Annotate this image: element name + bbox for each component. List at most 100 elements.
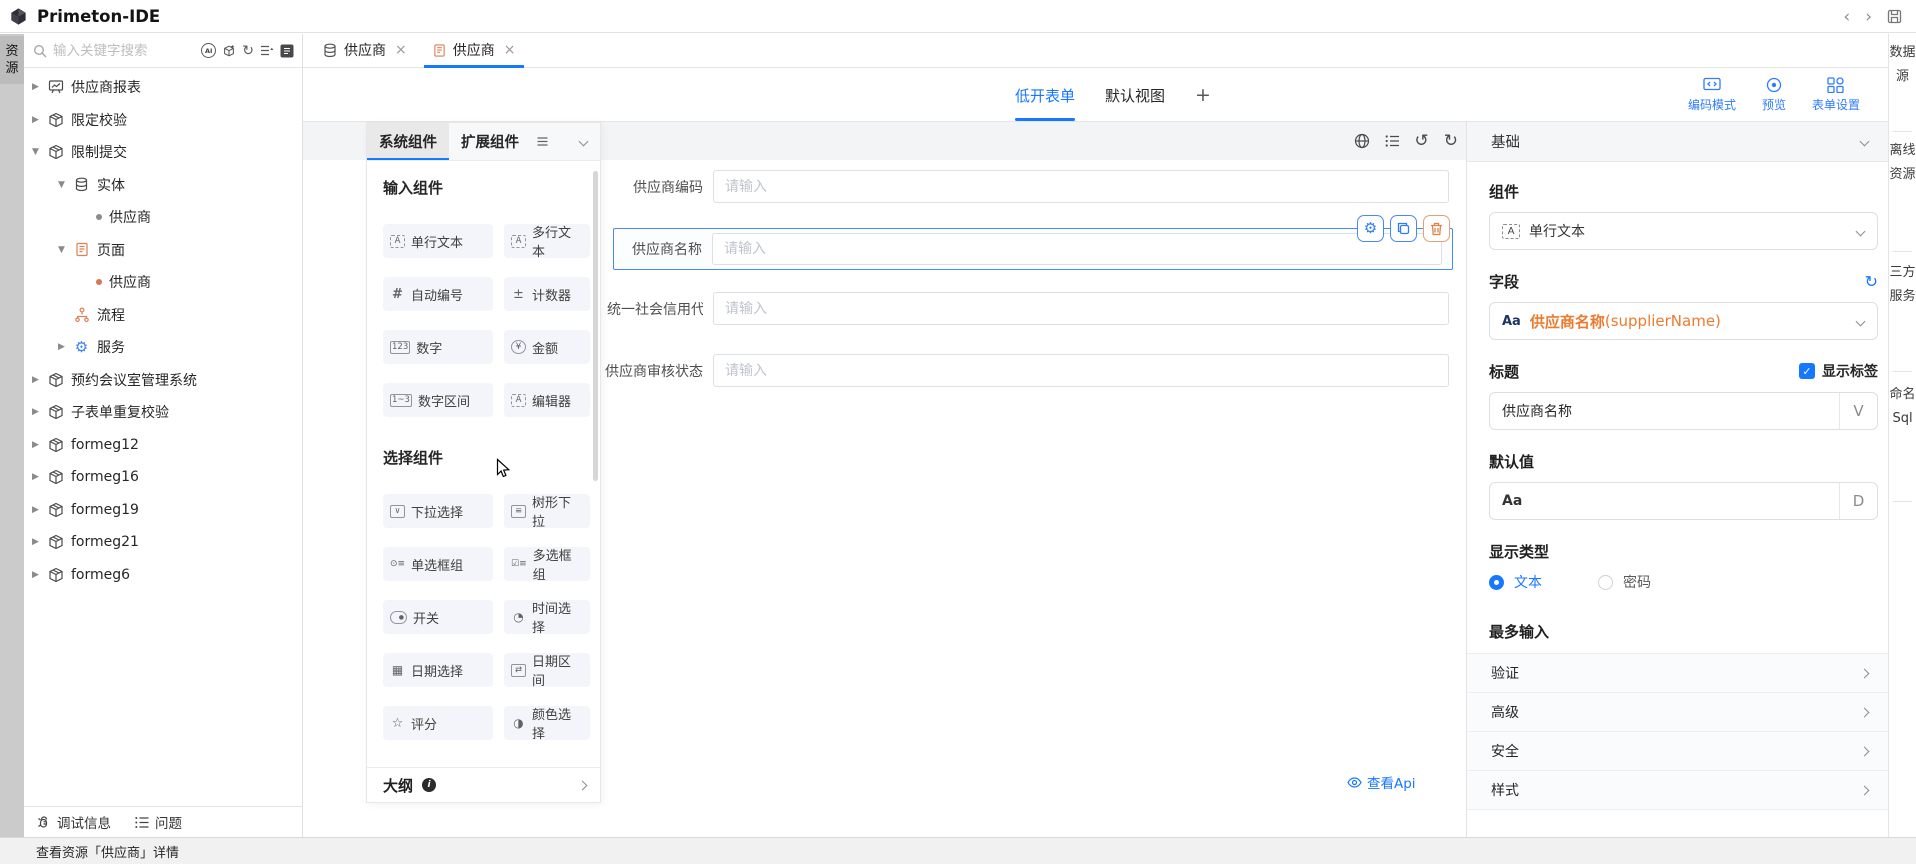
redo-icon[interactable]: ↻ [1444, 133, 1458, 150]
nav-forward-icon[interactable]: › [1865, 7, 1872, 27]
tree-item-entity[interactable]: ▼实体 [24, 169, 302, 202]
tab-debug-info[interactable]: 调试信息 [36, 812, 111, 832]
view-tab-default-view[interactable]: 默认视图 [1105, 68, 1165, 122]
tab-issues[interactable]: 问题 [135, 812, 182, 832]
palette-item-date-range[interactable]: ⇄日期区间 [504, 653, 590, 687]
palette-item-radio-group[interactable]: ⊙≡单选框组 [383, 547, 493, 581]
default-dynamic-button[interactable]: D [1839, 483, 1877, 519]
tree-item-project[interactable]: ▶formeg6 [24, 559, 302, 592]
palette-collapse-icon[interactable] [579, 137, 589, 147]
globe-icon[interactable] [1354, 133, 1370, 149]
editor-tab-supplier-page[interactable]: 供应商 × [420, 33, 529, 67]
tree-item-project[interactable]: ▶formeg19 [24, 494, 302, 527]
expand-arrow-icon[interactable]: ▶ [32, 537, 47, 547]
palette-item-time-picker[interactable]: ◔时间选择 [504, 600, 590, 634]
palette-item-number-range[interactable]: 1~3数字区间 [383, 383, 493, 417]
collapse-arrow-icon[interactable]: ▼ [58, 245, 73, 255]
tree-item-entity-supplier[interactable]: 供应商 [24, 201, 302, 234]
tree-item-project[interactable]: ▶预约会议室管理系统 [24, 364, 302, 397]
supplier-name-input[interactable] [712, 233, 1442, 265]
show-label-toggle[interactable]: ✓ 显示标签 [1799, 361, 1878, 381]
add-view-button[interactable]: + [1195, 84, 1211, 106]
rail-tab-datasource[interactable]: 数据源 [1889, 41, 1916, 89]
expand-arrow-icon[interactable]: ▶ [32, 115, 47, 125]
inspector-header[interactable]: 基础 [1467, 122, 1888, 162]
close-icon[interactable]: × [504, 42, 516, 58]
tree-item-project[interactable]: ▶formeg12 [24, 429, 302, 462]
rail-tab-resources[interactable]: 资源 [0, 36, 24, 84]
tree-item-project[interactable]: ▶formeg21 [24, 526, 302, 559]
view-api-link[interactable]: 查看Api [1347, 772, 1416, 792]
radio-password[interactable]: 密码 [1598, 572, 1651, 592]
collapse-arrow-icon[interactable]: ▼ [58, 180, 73, 190]
credit-code-input[interactable] [713, 292, 1449, 325]
search-input[interactable] [53, 43, 195, 59]
palette-item-date-picker[interactable]: ▦日期选择 [383, 653, 493, 687]
sync-field-icon[interactable]: ↻ [1865, 272, 1878, 291]
preview-button[interactable]: 预览 [1762, 77, 1786, 113]
field-select[interactable]: Aa 供应商名称 (supplierName) [1489, 302, 1878, 340]
expand-arrow-icon[interactable]: ▶ [32, 570, 47, 580]
audit-status-input[interactable] [713, 354, 1449, 387]
palette-item-rating[interactable]: ☆评分 [383, 706, 493, 740]
tab-extension-components[interactable]: 扩展组件 [449, 123, 531, 160]
nav-back-icon[interactable]: ‹ [1843, 7, 1850, 27]
checkbox-checked-icon[interactable]: ✓ [1799, 363, 1815, 379]
undo-icon[interactable]: ↺ [1415, 133, 1429, 150]
tab-system-components[interactable]: 系统组件 [367, 123, 449, 160]
expand-arrow-icon[interactable]: ▶ [32, 472, 47, 482]
rail-tab-third-party-services[interactable]: 三方服务 [1889, 261, 1916, 309]
form-row-supplier-code[interactable]: 供应商编码 [583, 170, 1449, 203]
tree-item-project[interactable]: ▶子表单重复校验 [24, 396, 302, 429]
palette-menu-icon[interactable] [537, 137, 548, 146]
field-delete-button[interactable] [1423, 215, 1450, 242]
refresh-icon[interactable]: ↻ [242, 43, 254, 59]
title-variable-button[interactable]: V [1839, 393, 1877, 429]
palette-item-single-line-text[interactable]: A单行文本 [383, 224, 493, 258]
form-row-supplier-name-selected[interactable]: 供应商名称 [613, 228, 1453, 270]
radio-text[interactable]: 文本 [1489, 572, 1542, 592]
section-style[interactable]: 样式 [1467, 771, 1888, 810]
outline-tree-icon[interactable] [1385, 134, 1400, 148]
field-settings-button[interactable]: ⚙ [1357, 215, 1384, 242]
form-row-credit-code[interactable]: 统一社会信用代码 [583, 292, 1449, 325]
palette-item-tree-select[interactable]: ≡树形下拉 [504, 494, 590, 528]
palette-item-switch[interactable]: ●开关 [383, 600, 493, 634]
tree-item-pages[interactable]: ▼页面 [24, 234, 302, 267]
default-value-input[interactable]: Aa D [1489, 482, 1878, 520]
palette-item-color-picker[interactable]: ◑颜色选择 [504, 706, 590, 740]
expand-arrow-icon[interactable]: ▶ [32, 82, 47, 92]
palette-item-checkbox-group[interactable]: ☑≡多选框组 [504, 547, 590, 581]
ai-assist-icon[interactable]: AI [201, 43, 216, 58]
expand-arrow-icon[interactable]: ▶ [32, 505, 47, 515]
palette-item-multi-line-text[interactable]: A多行文本 [504, 224, 590, 258]
save-icon[interactable] [1887, 9, 1902, 24]
tree-item-services[interactable]: ▶⚙服务 [24, 331, 302, 364]
tree-item-flow[interactable]: 流程 [24, 299, 302, 332]
collapse-all-icon[interactable] [260, 44, 274, 57]
outline-bar[interactable]: 大纲 i [367, 767, 600, 802]
editor-tab-supplier-entity[interactable]: 供应商 × [310, 33, 420, 67]
component-select[interactable]: A 单行文本 [1489, 212, 1878, 250]
tree-item-project[interactable]: ▼限制提交 [24, 136, 302, 169]
collapse-arrow-icon[interactable]: ▼ [32, 147, 47, 157]
palette-item-auto-number[interactable]: #自动编号 [383, 277, 493, 311]
palette-item-counter[interactable]: ±计数器 [504, 277, 590, 311]
new-resource-icon[interactable] [222, 44, 236, 58]
section-security[interactable]: 安全 [1467, 732, 1888, 771]
form-row-audit-status[interactable]: 供应商审核状态 [583, 354, 1449, 387]
code-mode-button[interactable]: 编码模式 [1688, 77, 1736, 113]
palette-item-currency[interactable]: ¥金额 [504, 330, 590, 364]
tree-item-project[interactable]: ▶formeg16 [24, 461, 302, 494]
title-input[interactable] [1502, 403, 1827, 419]
palette-item-number[interactable]: 123数字 [383, 330, 493, 364]
section-validation[interactable]: 验证 [1467, 654, 1888, 693]
tree-item-project[interactable]: ▶限定校验 [24, 104, 302, 137]
palette-item-dropdown-select[interactable]: ∨下拉选择 [383, 494, 493, 528]
palette-item-editor[interactable]: A编辑器 [504, 383, 590, 417]
doc-view-icon[interactable] [280, 44, 294, 58]
tree-item-page-supplier[interactable]: 供应商 [24, 266, 302, 299]
view-tab-lowcode-form[interactable]: 低开表单 [1015, 68, 1075, 122]
palette-scrollbar[interactable] [593, 171, 598, 481]
supplier-code-input[interactable] [713, 170, 1449, 203]
